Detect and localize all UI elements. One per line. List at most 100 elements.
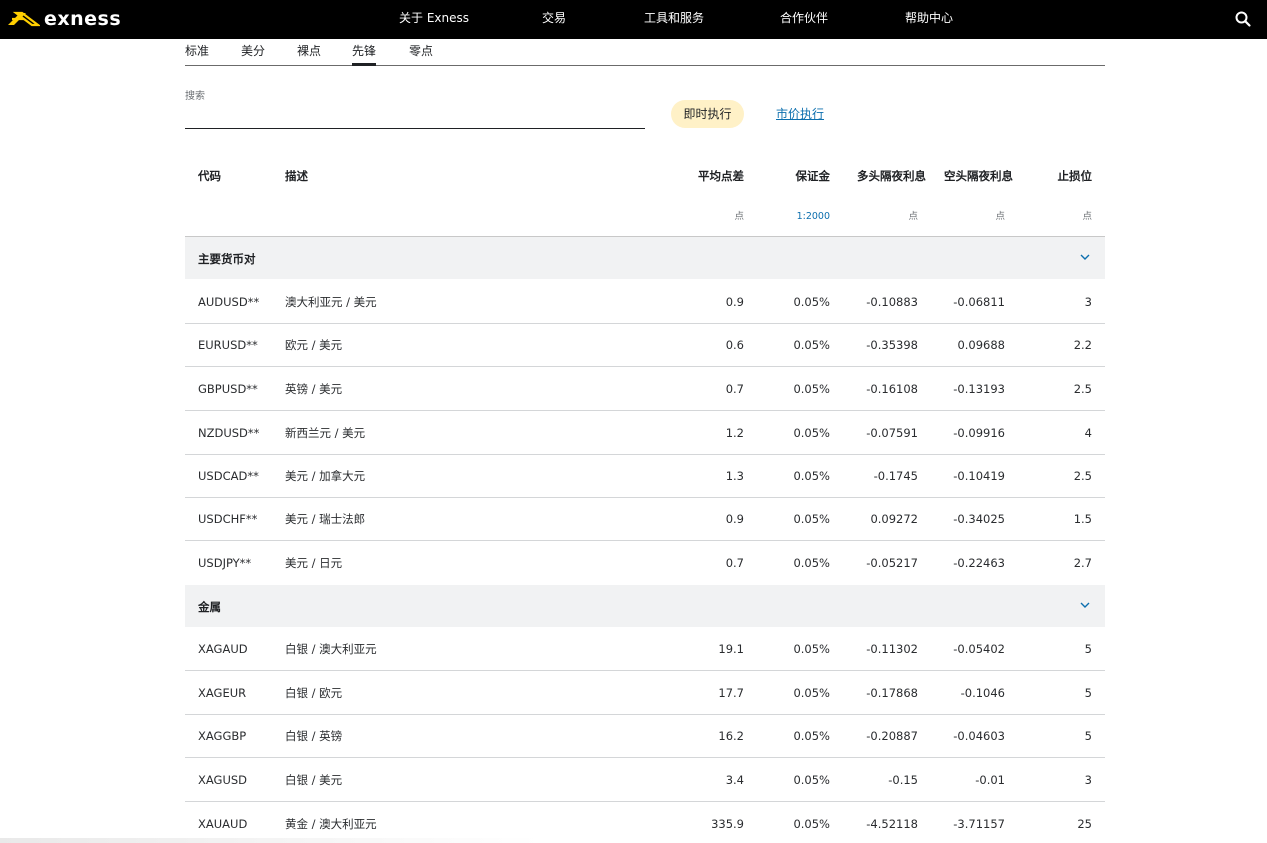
column-header-swap-short: 空头隔夜利息	[944, 169, 1013, 183]
cell-swap-short: -0.09916	[953, 426, 1005, 440]
cell-swap-short: -0.05402	[953, 642, 1005, 656]
cell-margin: 0.05%	[793, 512, 830, 526]
instant-execution-button[interactable]: 即时执行	[671, 100, 744, 128]
cell-description: 美元 / 加拿大元	[285, 469, 366, 483]
cell-swap-short: -0.22463	[953, 556, 1005, 570]
chevron-down-icon[interactable]	[1079, 600, 1091, 610]
table-row[interactable]: XAGAUD 白银 / 澳大利亚元 19.1 0.05% -0.11302 -0…	[185, 627, 1105, 671]
tab-zero[interactable]: 零点	[409, 43, 433, 59]
cell-spread: 0.9	[725, 512, 744, 526]
chevron-down-icon[interactable]	[1079, 252, 1091, 262]
tab-pro[interactable]: 先锋	[352, 43, 376, 59]
cell-swap-short: -0.01	[975, 773, 1005, 787]
cell-swap-short: -0.1046	[960, 686, 1005, 700]
cell-spread: 0.7	[725, 382, 744, 396]
tab-standard[interactable]: 标准	[185, 43, 209, 59]
unit-spread: 点	[734, 211, 744, 222]
cell-stop-level: 25	[1077, 817, 1092, 831]
cell-description: 白银 / 欧元	[285, 686, 343, 700]
cell-symbol: EURUSD**	[198, 338, 258, 352]
table-row[interactable]: XAGUSD 白银 / 美元 3.4 0.05% -0.15 -0.01 3	[185, 758, 1105, 802]
group-header-majors[interactable]: 主要货币对	[185, 237, 1105, 279]
cell-spread: 17.7	[718, 686, 744, 700]
search-input[interactable]	[185, 106, 645, 129]
cell-stop-level: 3	[1084, 773, 1092, 787]
cell-stop-level: 5	[1084, 686, 1092, 700]
cell-description: 美元 / 瑞士法郎	[285, 512, 366, 526]
table-row[interactable]: EURUSD** 欧元 / 美元 0.6 0.05% -0.35398 0.09…	[185, 323, 1105, 367]
table-row[interactable]: NZDUSD** 新西兰元 / 美元 1.2 0.05% -0.07591 -0…	[185, 411, 1105, 455]
table-row[interactable]: XAUAUD 黄金 / 澳大利亚元 335.9 0.05% -4.52118 -…	[185, 802, 1105, 843]
cell-stop-level: 1.5	[1073, 512, 1092, 526]
cell-swap-long: -0.17868	[866, 686, 918, 700]
cell-symbol: USDCHF**	[198, 512, 258, 526]
cell-swap-long: -0.05217	[866, 556, 918, 570]
nav-help-center[interactable]: 帮助中心	[905, 10, 953, 26]
cell-margin: 0.05%	[793, 729, 830, 743]
search-icon[interactable]	[1234, 10, 1252, 28]
cell-symbol: NZDUSD**	[198, 426, 260, 440]
table-row[interactable]: GBPUSD** 英镑 / 美元 0.7 0.05% -0.16108 -0.1…	[185, 367, 1105, 411]
cell-spread: 0.6	[725, 338, 744, 352]
table-row[interactable]: XAGEUR 白银 / 欧元 17.7 0.05% -0.17868 -0.10…	[185, 671, 1105, 715]
column-header-swap-long: 多头隔夜利息	[857, 169, 926, 183]
table-row[interactable]: XAGGBP 白银 / 英镑 16.2 0.05% -0.20887 -0.04…	[185, 714, 1105, 758]
cell-spread: 3.4	[725, 773, 744, 787]
cell-swap-short: -3.71157	[953, 817, 1005, 831]
tab-raw-spread[interactable]: 裸点	[297, 43, 321, 59]
cell-stop-level: 5	[1084, 642, 1092, 656]
cell-description: 英镑 / 美元	[285, 382, 343, 396]
cell-stop-level: 5	[1084, 729, 1092, 743]
unit-stop-level: 点	[1082, 211, 1092, 222]
cell-margin: 0.05%	[793, 469, 830, 483]
table-row[interactable]: USDCAD** 美元 / 加拿大元 1.3 0.05% -0.1745 -0.…	[185, 454, 1105, 498]
cell-spread: 1.2	[725, 426, 744, 440]
cell-margin: 0.05%	[793, 642, 830, 656]
cell-stop-level: 3	[1084, 295, 1092, 309]
cell-description: 黄金 / 澳大利亚元	[285, 817, 377, 831]
nav-tools[interactable]: 工具和服务	[644, 10, 704, 26]
cell-margin: 0.05%	[793, 817, 830, 831]
cell-swap-long: -0.15	[888, 773, 918, 787]
cell-swap-long: 0.09272	[870, 512, 918, 526]
cell-margin: 0.05%	[793, 295, 830, 309]
cell-swap-short: -0.13193	[953, 382, 1005, 396]
cell-margin: 0.05%	[793, 556, 830, 570]
cell-swap-long: -0.11302	[866, 642, 918, 656]
cell-stop-level: 2.2	[1073, 338, 1092, 352]
column-header-stop-level: 止损位	[1057, 169, 1093, 183]
market-execution-link[interactable]: 市价执行	[776, 106, 824, 122]
cell-margin: 0.05%	[793, 773, 830, 787]
cell-symbol: XAGEUR	[198, 686, 247, 700]
cell-margin: 0.05%	[793, 338, 830, 352]
nav-about[interactable]: 关于 Exness	[399, 10, 469, 26]
cell-spread: 0.7	[725, 556, 744, 570]
cell-symbol: USDJPY**	[198, 556, 252, 570]
cell-description: 欧元 / 美元	[285, 338, 343, 352]
cell-spread: 19.1	[718, 642, 744, 656]
group-header-metals[interactable]: 金属	[185, 585, 1105, 627]
nav-partners[interactable]: 合作伙伴	[780, 10, 828, 26]
cell-symbol: GBPUSD**	[198, 382, 258, 396]
nav-trading[interactable]: 交易	[542, 10, 566, 26]
unit-swap-short: 点	[995, 211, 1005, 222]
cell-stop-level: 2.5	[1073, 469, 1092, 483]
exness-logo[interactable]: exness	[6, 8, 121, 30]
cell-description: 白银 / 英镑	[285, 729, 343, 743]
tab-standard-cent[interactable]: 美分	[241, 43, 265, 59]
cell-spread: 0.9	[725, 295, 744, 309]
brand-name: exness	[44, 8, 122, 30]
cell-swap-long: -0.20887	[866, 729, 918, 743]
cell-symbol: USDCAD**	[198, 469, 259, 483]
cell-margin: 0.05%	[793, 426, 830, 440]
column-header-spread: 平均点差	[698, 169, 744, 183]
account-type-tabs: 标准 美分 裸点 先锋 零点	[185, 39, 1105, 66]
cell-spread: 1.3	[725, 469, 744, 483]
cell-symbol: XAGUSD	[198, 773, 248, 787]
table-row[interactable]: AUDUSD** 澳大利亚元 / 美元 0.9 0.05% -0.10883 -…	[185, 280, 1105, 324]
table-row[interactable]: USDJPY** 美元 / 日元 0.7 0.05% -0.05217 -0.2…	[185, 541, 1105, 585]
table-row[interactable]: USDCHF** 美元 / 瑞士法郎 0.9 0.05% 0.09272 -0.…	[185, 497, 1105, 541]
cell-description: 白银 / 美元	[285, 773, 343, 787]
cell-symbol: XAGGBP	[198, 729, 247, 743]
scroll-shadow	[0, 838, 540, 843]
